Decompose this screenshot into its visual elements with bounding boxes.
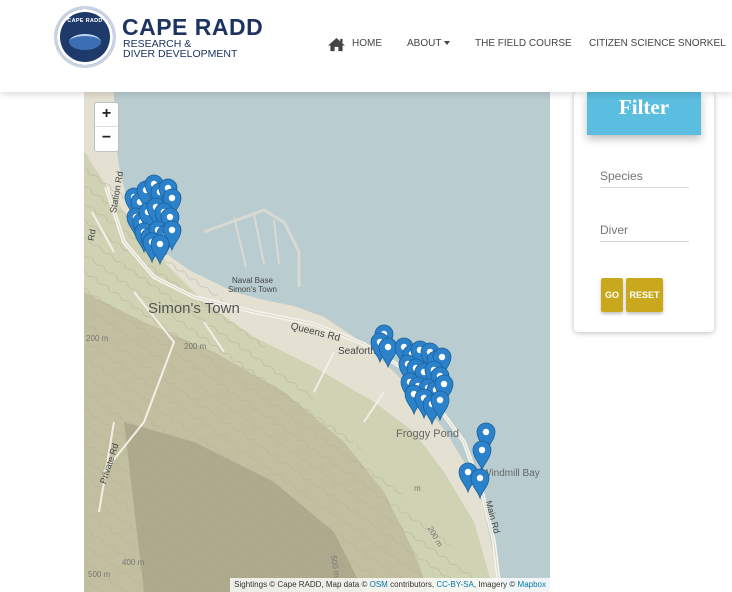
caret-down-icon: [444, 41, 451, 46]
attribution-contributors: contributors,: [390, 580, 435, 589]
nav-field-course[interactable]: THE FIELD COURSE: [475, 38, 572, 49]
species-input[interactable]: [600, 164, 689, 188]
attribution-prefix: Sightings © Cape RADD, Map data ©: [234, 580, 368, 589]
page: CAPE RADD CAPE RADD RESEARCH & DIVER DEV…: [0, 0, 732, 592]
site-header: CAPE RADD CAPE RADD RESEARCH & DIVER DEV…: [0, 0, 732, 92]
logo-text: CAPE RADD: [67, 18, 103, 24]
osm-link[interactable]: OSM: [370, 580, 388, 589]
diver-input[interactable]: [600, 218, 689, 242]
map-marker-icon[interactable]: [150, 234, 170, 266]
map-marker-icon[interactable]: [472, 440, 492, 472]
sighting-markers: [124, 174, 496, 500]
main-nav: HOME ABOUT THE FIELD COURSE CITIZEN SCIE…: [0, 36, 732, 54]
mapbox-link[interactable]: Mapbox: [518, 580, 546, 589]
zoom-in-button[interactable]: +: [95, 103, 118, 127]
nav-citizen-science-snorkel[interactable]: CITIZEN SCIENCE SNORKEL: [589, 38, 726, 49]
filter-title: Filter: [587, 92, 701, 135]
zoom-out-button[interactable]: −: [95, 127, 118, 151]
nav-about-label: ABOUT: [407, 38, 442, 49]
attribution-imagery: , Imagery ©: [473, 580, 516, 589]
zoom-control: + −: [94, 102, 119, 152]
map-attribution: Sightings © Cape RADD, Map data © OSM co…: [230, 578, 550, 592]
filter-panel: Filter GO RESET: [574, 92, 714, 332]
map-marker-icon[interactable]: [378, 337, 398, 369]
sightings-map[interactable]: + − Station Rd Naval Base Simon's Town S…: [84, 92, 550, 592]
map-marker-icon[interactable]: [470, 468, 490, 500]
nav-about[interactable]: ABOUT: [407, 38, 451, 49]
nav-home[interactable]: HOME: [352, 38, 382, 49]
cc-by-sa-link[interactable]: CC-BY-SA: [436, 580, 474, 589]
go-button[interactable]: GO: [601, 278, 623, 312]
reset-button[interactable]: RESET: [626, 278, 663, 312]
